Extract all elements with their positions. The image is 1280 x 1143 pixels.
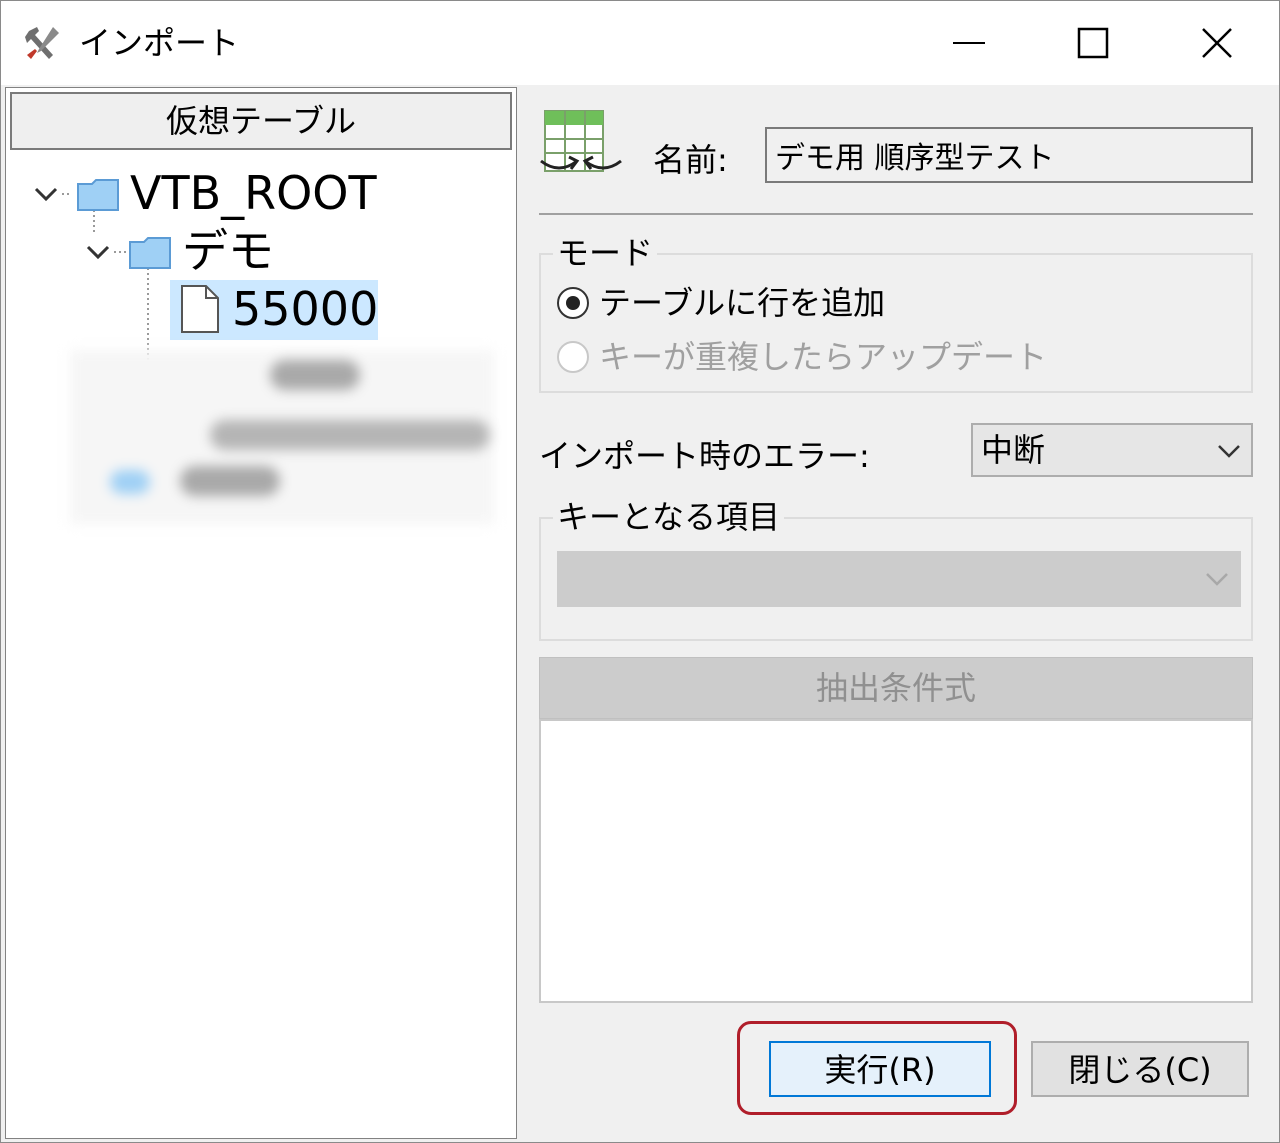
close-window-button[interactable] — [1155, 1, 1279, 85]
folder-icon — [77, 179, 119, 211]
window-title: インポート — [79, 24, 240, 62]
name-label: 名前: — [653, 141, 728, 179]
radio-unchecked-icon — [557, 341, 589, 373]
minimize-icon — [953, 42, 985, 44]
title-bar: インポート — [1, 1, 1279, 85]
tree-node-vtb-root[interactable]: VTB_ROOT — [130, 164, 377, 222]
radio-update-on-duplicate[interactable]: キーが重複したらアップデート — [557, 335, 1157, 379]
radio-checked-icon — [557, 287, 589, 319]
radio-append-label: テーブルに行を追加 — [599, 284, 886, 322]
filter-expression-area[interactable] — [539, 719, 1253, 1003]
chevron-down-icon[interactable] — [84, 238, 112, 266]
tools-icon — [25, 27, 59, 59]
chevron-down-icon[interactable] — [32, 180, 60, 208]
blurred-region — [70, 350, 494, 524]
filter-expression-button[interactable]: 抽出条件式 — [539, 657, 1253, 719]
import-dialog: インポート 仮想テーブル VTB_ROOT デモ 55000 名前: デモ用 順… — [0, 0, 1280, 1143]
close-button[interactable]: 閉じる(C) — [1031, 1041, 1249, 1097]
import-error-value: 中断 — [981, 431, 1046, 469]
run-button[interactable]: 実行(R) — [769, 1041, 991, 1097]
name-input[interactable] — [765, 127, 1253, 183]
document-icon — [181, 285, 219, 333]
tree-view[interactable]: VTB_ROOT デモ 55000 — [6, 154, 514, 1134]
separator — [539, 213, 1253, 215]
close-icon — [1202, 28, 1232, 58]
minimize-button[interactable] — [907, 1, 1031, 85]
maximize-button[interactable] — [1031, 1, 1155, 85]
chevron-down-icon — [1206, 573, 1228, 586]
import-error-select[interactable]: 中断 — [971, 423, 1253, 477]
tree-node-55000[interactable]: 55000 — [232, 280, 378, 338]
key-item-label: キーとなる項目 — [553, 497, 785, 537]
chevron-down-icon — [1218, 445, 1240, 458]
folder-icon — [129, 237, 171, 269]
table-import-icon — [540, 110, 622, 172]
radio-append-rows[interactable]: テーブルに行を追加 — [557, 281, 1157, 325]
import-error-label: インポート時のエラー: — [539, 437, 870, 475]
maximize-icon — [1077, 27, 1109, 59]
virtual-table-panel: 仮想テーブル VTB_ROOT デモ 55000 — [5, 87, 517, 1139]
radio-update-label: キーが重複したらアップデート — [599, 338, 1048, 376]
key-item-select[interactable] — [557, 551, 1241, 607]
mode-label: モード — [553, 233, 658, 273]
virtual-table-header[interactable]: 仮想テーブル — [10, 92, 512, 150]
tree-node-demo[interactable]: デモ — [182, 222, 274, 280]
